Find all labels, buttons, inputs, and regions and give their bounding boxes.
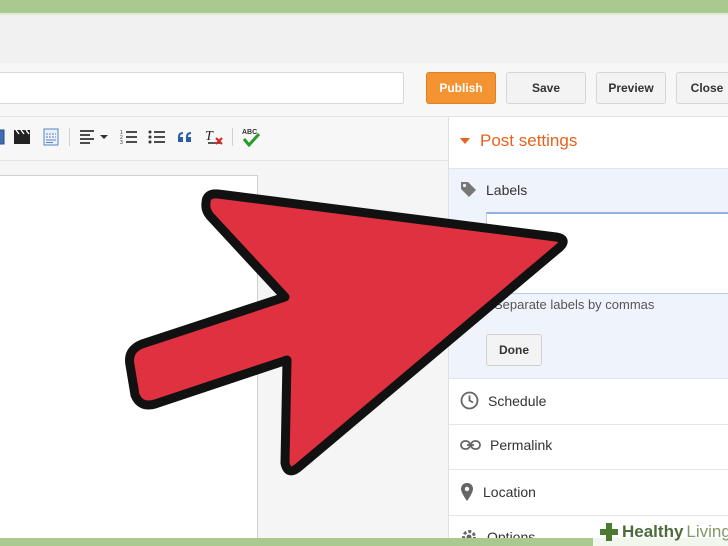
- link-icon: [460, 440, 481, 450]
- watermark-text-part2: Living: [686, 522, 728, 541]
- publish-button[interactable]: Publish: [426, 72, 496, 104]
- watermark-text-part1: Healthy: [622, 522, 684, 541]
- location-section[interactable]: Location: [460, 482, 536, 502]
- post-settings-title: Post settings: [480, 131, 578, 150]
- post-body-editor[interactable]: [0, 175, 258, 546]
- svg-text:T: T: [205, 129, 214, 144]
- spell-check-text: ABC: [242, 129, 257, 136]
- labels-input[interactable]: [486, 212, 728, 294]
- image-icon[interactable]: [0, 127, 6, 147]
- location-pin-icon: [461, 483, 473, 501]
- svg-text:3: 3: [120, 140, 123, 145]
- clock-icon: [460, 391, 479, 410]
- schedule-section[interactable]: Schedule: [460, 391, 546, 410]
- done-button[interactable]: Done: [486, 334, 542, 366]
- quote-icon[interactable]: [176, 127, 194, 147]
- toolbar-divider: [232, 128, 233, 146]
- post-settings-header[interactable]: Post settings: [460, 131, 577, 151]
- clear-format-icon[interactable]: T: [204, 127, 224, 147]
- settings-divider: [449, 424, 728, 425]
- save-button[interactable]: Save: [506, 72, 586, 104]
- spell-check-icon[interactable]: ABC: [240, 127, 262, 147]
- plus-leaf-icon: [600, 523, 618, 541]
- video-icon[interactable]: [12, 127, 32, 147]
- close-button[interactable]: Close: [676, 72, 728, 104]
- settings-divider: [449, 515, 728, 516]
- preview-button[interactable]: Preview: [596, 72, 666, 104]
- tag-icon: [461, 182, 476, 197]
- caret-down-icon: [460, 138, 470, 144]
- location-label: Location: [483, 484, 536, 500]
- jump-break-icon[interactable]: [42, 127, 60, 147]
- labels-section[interactable]: Labels: [460, 181, 527, 198]
- bullet-list-icon[interactable]: [148, 127, 166, 147]
- blogger-header: [0, 15, 728, 63]
- editor-toolbar: [0, 117, 448, 161]
- permalink-section[interactable]: Permalink: [460, 437, 552, 453]
- top-frame-bar: [0, 0, 728, 13]
- toolbar-divider: [69, 128, 70, 146]
- schedule-label: Schedule: [488, 392, 547, 409]
- permalink-label: Permalink: [490, 437, 553, 453]
- healthy-living-watermark: Healthy Living: [593, 518, 728, 546]
- post-title-input[interactable]: [0, 72, 404, 104]
- align-icon[interactable]: [78, 127, 110, 147]
- numbered-list-icon[interactable]: 123: [120, 127, 138, 147]
- labels-section-title: Labels: [486, 181, 528, 198]
- labels-hint: Separate labels by commas: [494, 297, 655, 312]
- settings-divider: [449, 469, 728, 470]
